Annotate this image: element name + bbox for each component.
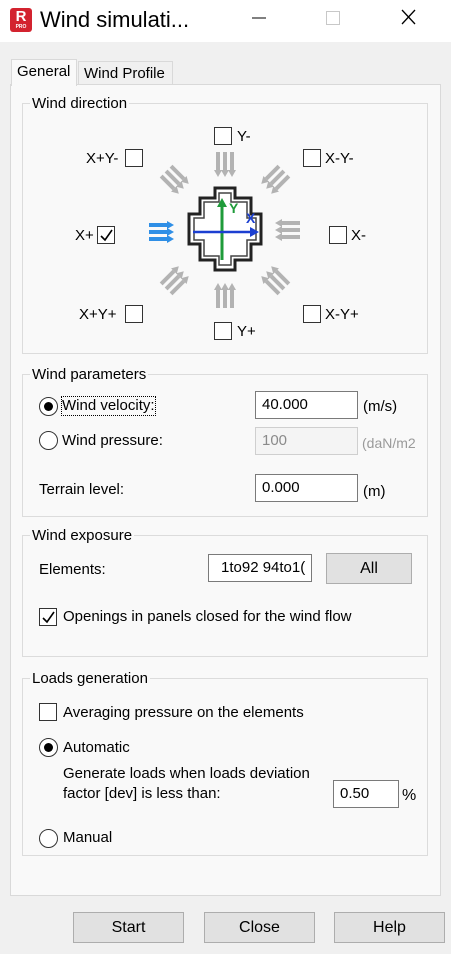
- automatic-radio[interactable]: [39, 738, 58, 757]
- xp-ym-label: X+Y-: [86, 150, 119, 167]
- close-icon: [401, 9, 416, 25]
- terrain-level-label: Terrain level:: [39, 481, 125, 498]
- wind-arrows-active-icon: [147, 219, 176, 245]
- wind-direction-title: Wind direction: [30, 95, 130, 113]
- wind-parameters-title: Wind parameters: [30, 366, 149, 384]
- manual-radio[interactable]: [39, 829, 58, 848]
- maximize-button[interactable]: [310, 0, 356, 36]
- wind-velocity-label[interactable]: Wind velocity:: [61, 396, 156, 416]
- openings-checkbox[interactable]: [39, 608, 57, 626]
- help-button[interactable]: Help: [334, 912, 445, 943]
- tab-wind-profile[interactable]: Wind Profile: [78, 61, 173, 86]
- minimize-button[interactable]: [236, 0, 282, 36]
- wind-pressure-field[interactable]: 100: [255, 427, 358, 455]
- wind-velocity-radio[interactable]: [39, 397, 58, 416]
- checkmark-icon: [100, 229, 113, 242]
- openings-label: Openings in panels closed for the wind f…: [63, 608, 352, 625]
- y-plus-label: Y+: [237, 323, 256, 340]
- wind-pressure-label[interactable]: Wind pressure:: [62, 432, 163, 450]
- y-minus-label: Y-: [237, 128, 251, 145]
- x-axis-label: X: [246, 210, 256, 226]
- xp-ym-checkbox[interactable]: [125, 149, 143, 167]
- close-window-button[interactable]: [385, 0, 431, 36]
- x-minus-label: X-: [351, 227, 366, 244]
- averaging-checkbox[interactable]: [39, 703, 57, 721]
- deviation-factor-field[interactable]: 0.50: [333, 780, 399, 808]
- checkmark-icon: [42, 611, 55, 624]
- wind-exposure-title: Wind exposure: [30, 527, 135, 545]
- xm-ym-label: X-Y-: [325, 150, 354, 167]
- wind-direction-diagram: [147, 150, 302, 310]
- xp-yp-checkbox[interactable]: [125, 305, 143, 323]
- x-minus-checkbox[interactable]: [329, 226, 347, 244]
- manual-label[interactable]: Manual: [63, 829, 112, 847]
- generate-loads-text: Generate loads when loads deviation: [63, 765, 310, 782]
- terrain-level-unit: (m): [363, 483, 386, 500]
- robot-app-icon: R PRO: [10, 8, 32, 32]
- minimize-icon: [252, 17, 266, 19]
- deviation-unit: %: [402, 787, 417, 804]
- all-elements-button[interactable]: All: [326, 553, 412, 584]
- automatic-label[interactable]: Automatic: [63, 739, 130, 757]
- title-bar: R PRO Wind simulati...: [0, 0, 451, 42]
- y-axis-label: Y: [229, 200, 239, 216]
- xm-yp-label: X-Y+: [325, 306, 359, 323]
- wind-pressure-unit: (daN/m2: [362, 435, 416, 451]
- averaging-label: Averaging pressure on the elements: [63, 704, 304, 721]
- elements-field[interactable]: 1to92 94to1(: [208, 554, 312, 582]
- close-button[interactable]: Close: [204, 912, 315, 943]
- window-title: Wind simulati...: [40, 7, 190, 32]
- xm-yp-checkbox[interactable]: [303, 305, 321, 323]
- x-plus-label: X+: [75, 227, 94, 244]
- x-plus-checkbox[interactable]: [97, 226, 115, 244]
- wind-velocity-unit: (m/s): [363, 398, 398, 415]
- y-plus-checkbox[interactable]: [214, 322, 232, 340]
- start-button[interactable]: Start: [73, 912, 184, 943]
- maximize-icon: [326, 11, 340, 25]
- terrain-level-field[interactable]: 0.000: [255, 474, 358, 502]
- wind-pressure-radio[interactable]: [39, 431, 58, 450]
- wind-velocity-field[interactable]: 40.000: [255, 391, 358, 419]
- xp-yp-label: X+Y+: [79, 306, 117, 323]
- loads-generation-title: Loads generation: [30, 670, 150, 688]
- generate-loads-text-2: factor [dev] is less than:: [63, 785, 221, 802]
- elements-label: Elements:: [39, 561, 106, 578]
- xm-ym-checkbox[interactable]: [303, 149, 321, 167]
- y-minus-checkbox[interactable]: [214, 127, 232, 145]
- tab-general[interactable]: General: [11, 59, 77, 86]
